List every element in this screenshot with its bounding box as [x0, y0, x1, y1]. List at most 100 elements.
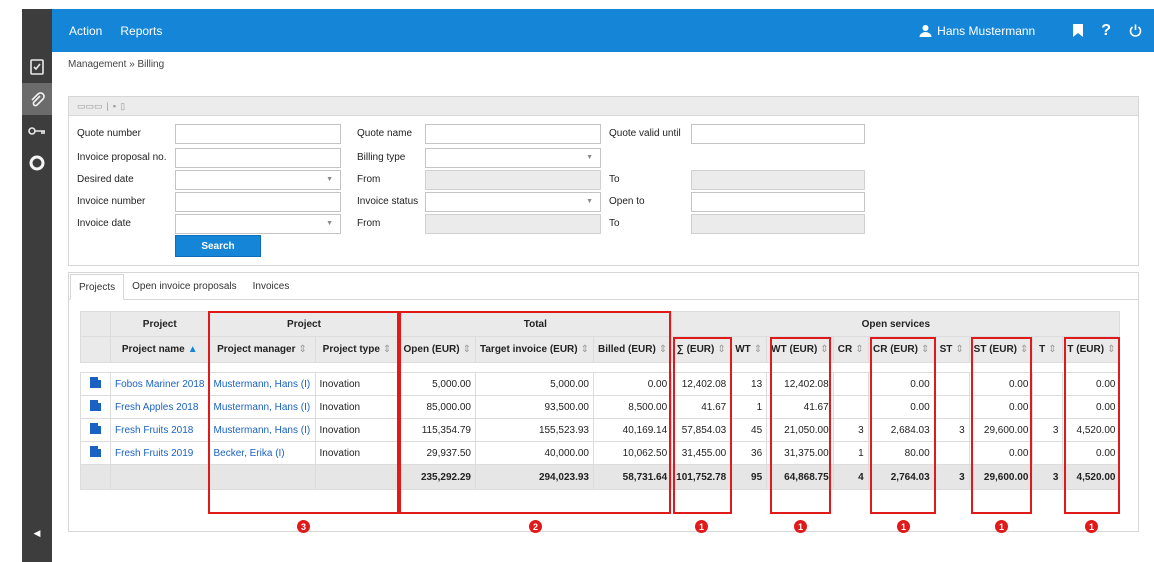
checklist-icon	[30, 59, 44, 75]
col-cr[interactable]: CR ⇕	[832, 336, 869, 363]
col-billed-eur[interactable]: Billed (EUR) ⇕	[592, 336, 673, 363]
sort-icon: ⇕	[658, 344, 668, 355]
desired-date-to-input	[691, 170, 865, 190]
layout-icon[interactable]: ▭▭▭	[77, 101, 103, 112]
edit-icon[interactable]	[90, 422, 102, 434]
cell-st-eur: 0.00	[968, 395, 1034, 419]
cell-project-manager[interactable]: Mustermann, Hans (I)	[208, 372, 316, 396]
billing-type-select[interactable]: ▼	[425, 148, 601, 168]
bookmark-icon	[1073, 24, 1084, 37]
sort-icon: ⇕	[1107, 344, 1116, 355]
col-st-eur[interactable]: ST (EUR) ⇕	[968, 336, 1034, 363]
cell-project-name[interactable]: Fresh Fruits 2019	[110, 441, 210, 465]
cell-sum-eur: 41.67	[671, 395, 732, 419]
user-menu[interactable]: Hans Mustermann	[919, 24, 1035, 38]
collapse-sidebar-button[interactable]: ◀	[22, 518, 52, 548]
edit-icon[interactable]	[90, 445, 102, 457]
filter-panel: ▭▭▭ | ▪ ▯ Quote number Invoice proposal …	[68, 96, 1139, 266]
cell-project-manager[interactable]: Mustermann, Hans (I)	[208, 395, 316, 419]
cell-billed-eur: 40,169.14	[592, 418, 673, 442]
sidebar-item-billing[interactable]	[22, 83, 52, 115]
edit-cell[interactable]	[80, 441, 111, 465]
desired-date-label: Desired date	[77, 174, 134, 185]
invoice-status-select[interactable]: ▼	[425, 192, 601, 212]
cell-project-manager[interactable]: Becker, Erika (I)	[208, 441, 316, 465]
sort-icon: ⇕	[753, 344, 763, 355]
col-t[interactable]: T ⇕	[1032, 336, 1064, 363]
cell-sum-eur: 12,402.08	[671, 372, 732, 396]
invoice-date-to-input	[691, 214, 865, 234]
quote-valid-until-input[interactable]	[691, 124, 865, 144]
col-target-invoice[interactable]: Target invoice (EUR) ⇕	[475, 336, 594, 363]
menu-action[interactable]: Action	[69, 24, 102, 38]
sidebar-item-tasks[interactable]	[22, 51, 52, 83]
desired-date-select[interactable]: ▼	[175, 170, 341, 190]
quote-number-input[interactable]	[175, 124, 341, 144]
open-to-input[interactable]	[691, 192, 865, 212]
edit-cell[interactable]	[80, 395, 111, 419]
cell-sum-eur: 31,455.00	[671, 441, 732, 465]
invoice-date-select[interactable]: ▼	[175, 214, 341, 234]
invoice-proposal-label: Invoice proposal no.	[77, 152, 167, 163]
tab-invoices[interactable]: Invoices	[245, 273, 298, 299]
sort-icon: ⇕	[382, 344, 392, 355]
col-cr-eur[interactable]: CR (EUR) ⇕	[867, 336, 935, 363]
key-icon	[28, 127, 45, 135]
sidebar-item-help[interactable]	[22, 147, 52, 179]
cell-project-type: Inovation	[314, 441, 400, 465]
quote-valid-until-label: Quote valid until	[609, 128, 681, 139]
annotation-marker-2: 2	[529, 520, 542, 533]
col-t-eur[interactable]: T (EUR) ⇕	[1062, 336, 1121, 363]
tab-projects[interactable]: Projects	[70, 274, 125, 300]
invoice-date-label: Invoice date	[77, 218, 131, 229]
col-project-type[interactable]: Project type ⇕	[314, 336, 400, 363]
quote-name-input[interactable]	[425, 124, 601, 144]
cell-project-name[interactable]: Fresh Apples 2018	[110, 395, 210, 419]
tab-open-invoice-proposals[interactable]: Open invoice proposals	[124, 273, 245, 299]
col-wt[interactable]: WT ⇕	[730, 336, 768, 363]
sort-icon: ⇕	[1020, 344, 1029, 355]
cell-wt: 13	[730, 372, 768, 396]
menu-reports[interactable]: Reports	[120, 24, 162, 38]
cell-t-eur: 4,520.00	[1062, 418, 1121, 442]
paperclip-icon	[31, 92, 45, 107]
tab-bar: Projects Open invoice proposals Invoices	[69, 273, 1138, 300]
invoice-number-input[interactable]	[175, 192, 341, 212]
cell-project-name[interactable]: Fobos Mariner 2018	[110, 372, 210, 396]
col-wt-eur[interactable]: WT (EUR) ⇕	[766, 336, 834, 363]
edit-icon[interactable]	[90, 399, 102, 411]
invoice-proposal-input[interactable]	[175, 148, 341, 168]
help-button[interactable]: ?	[1101, 22, 1111, 40]
cell-wt-eur: 41.67	[766, 395, 834, 419]
chevron-down-icon: ▼	[326, 176, 333, 183]
col-sum-eur[interactable]: ∑ (EUR) ⇕	[671, 336, 732, 363]
total-cell-wt: 95	[730, 464, 768, 490]
edit-icon[interactable]	[90, 376, 102, 388]
cell-wt: 1	[730, 395, 768, 419]
sidebar-item-keys[interactable]	[22, 115, 52, 147]
col-project-name[interactable]: Project name ▲	[110, 336, 210, 363]
bookmark-button[interactable]	[1073, 24, 1084, 37]
cell-cr-eur: 80.00	[867, 441, 935, 465]
col-open-eur[interactable]: Open (EUR) ⇕	[398, 336, 476, 363]
col-project-manager[interactable]: Project manager ⇕	[208, 336, 316, 363]
cell-project-manager[interactable]: Mustermann, Hans (I)	[208, 418, 316, 442]
edit-cell[interactable]	[80, 372, 111, 396]
chevron-left-icon: ◀	[33, 527, 41, 538]
invoice-date-from-input	[425, 214, 601, 234]
total-cell-billed-eur: 58,731.64	[592, 464, 673, 490]
cell-cr-eur: 0.00	[867, 372, 935, 396]
save-icon[interactable]: ▪	[113, 101, 116, 111]
cell-st: 3	[933, 418, 970, 442]
search-button[interactable]: Search	[175, 235, 261, 257]
annotation-marker-1: 1	[897, 520, 910, 533]
col-st[interactable]: ST ⇕	[933, 336, 970, 363]
sort-asc-icon: ▲	[187, 344, 198, 355]
trash-icon[interactable]: ▯	[120, 101, 125, 112]
user-icon	[919, 25, 932, 37]
edit-cell[interactable]	[80, 418, 111, 442]
from-label: From	[357, 174, 381, 185]
cell-cr	[832, 372, 869, 396]
cell-project-name[interactable]: Fresh Fruits 2018	[110, 418, 210, 442]
logout-button[interactable]	[1129, 24, 1142, 37]
